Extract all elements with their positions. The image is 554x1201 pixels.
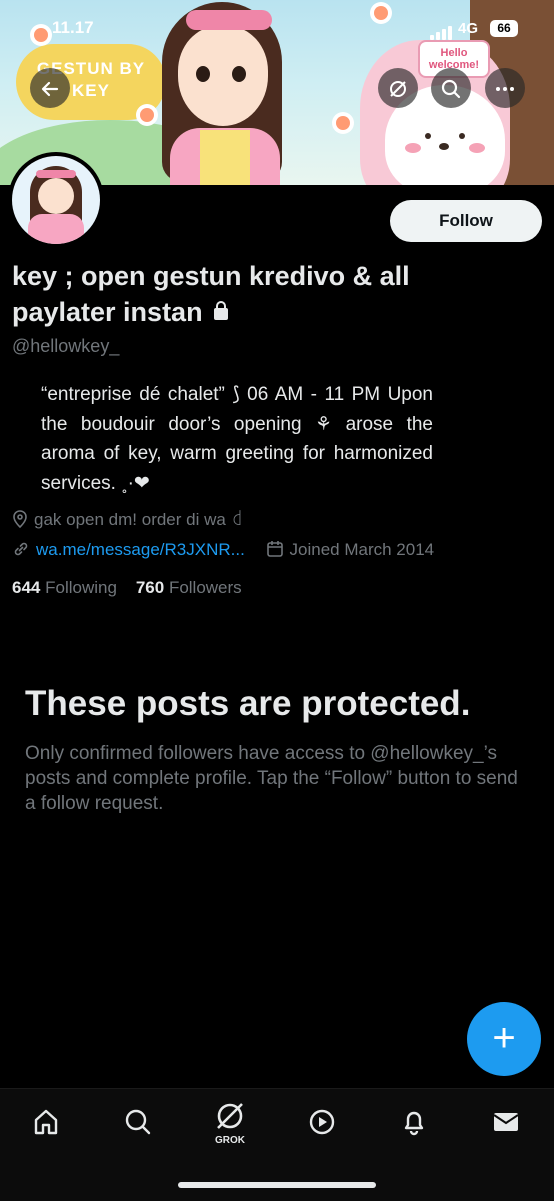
home-icon [34, 1109, 58, 1135]
handle: @hellowkey_ [12, 336, 120, 356]
search-button[interactable] [431, 68, 471, 108]
protected-description: Only confirmed followers have access to … [25, 743, 518, 814]
followers-link[interactable]: 760 Followers [136, 578, 242, 597]
banner-character-eye [232, 66, 246, 82]
nav-video[interactable] [302, 1107, 342, 1144]
nav-messages[interactable] [486, 1107, 526, 1144]
banner-character-eye [196, 66, 210, 82]
battery-icon: 66 [490, 20, 518, 37]
plus-icon: + [492, 1016, 516, 1060]
home-indicator [178, 1182, 376, 1188]
back-button[interactable] [30, 68, 70, 108]
more-button[interactable] [485, 68, 525, 108]
following-label: Following [45, 578, 117, 597]
bell-icon [404, 1111, 424, 1136]
followers-count: 760 [135, 578, 165, 597]
grok-icon [390, 80, 406, 97]
banner-flower [140, 108, 154, 122]
lock-icon [214, 300, 229, 320]
joined-date: Joined March 2014 [289, 540, 435, 559]
banner-character-face [178, 26, 268, 126]
display-name-block: key ; open gestun kredivo & all paylater… [12, 258, 512, 330]
calendar-icon [266, 540, 284, 560]
following-count: 644 [12, 578, 41, 597]
grok-button[interactable] [378, 68, 418, 108]
website-link[interactable]: wa.me/message/R3JXNR... [36, 540, 245, 559]
banner-character-bow [186, 10, 272, 30]
following-link[interactable]: 644 Following [12, 578, 117, 597]
location-text: gak open dm! order di wa ꒯ [34, 510, 244, 529]
nav-notifications[interactable] [394, 1107, 434, 1144]
grok-icon [217, 1103, 243, 1129]
banner-flower [374, 6, 388, 20]
search-icon [441, 79, 461, 98]
more-horizontal-icon [496, 86, 514, 91]
follow-counts: 644 Following 760 Followers [12, 578, 242, 598]
nav-grok-label: GROK [215, 1135, 245, 1146]
follow-button[interactable]: Follow [390, 200, 542, 242]
banner-flower [336, 116, 350, 130]
display-name: key ; open gestun kredivo & all paylater… [12, 261, 410, 327]
nav-search[interactable] [118, 1107, 158, 1144]
status-time: 11.17 [52, 18, 94, 37]
avatar[interactable] [8, 152, 104, 248]
nav-home[interactable] [26, 1107, 66, 1144]
link-row: wa.me/message/R3JXNR... Joined March 201… [12, 540, 434, 560]
compose-button[interactable]: + [467, 1002, 541, 1076]
search-icon [125, 1109, 151, 1135]
signal-icon [430, 22, 454, 40]
banner-flower [34, 28, 48, 42]
nav-grok[interactable] [210, 1099, 250, 1140]
banner-character-shirt [200, 130, 250, 185]
followers-label: Followers [168, 578, 242, 597]
mail-icon [493, 1113, 519, 1131]
protected-title: These posts are protected. [25, 684, 471, 723]
bio: “entreprise dé chalet” ⟆ 06 AM - 11 PM U… [41, 384, 433, 494]
link-icon [12, 540, 30, 560]
play-circle-icon [309, 1109, 335, 1135]
location-row: gak open dm! order di wa ꒯ [12, 508, 244, 530]
location-pin-icon [12, 510, 28, 530]
network-label: 4G [458, 20, 479, 37]
arrow-left-icon [41, 81, 59, 96]
